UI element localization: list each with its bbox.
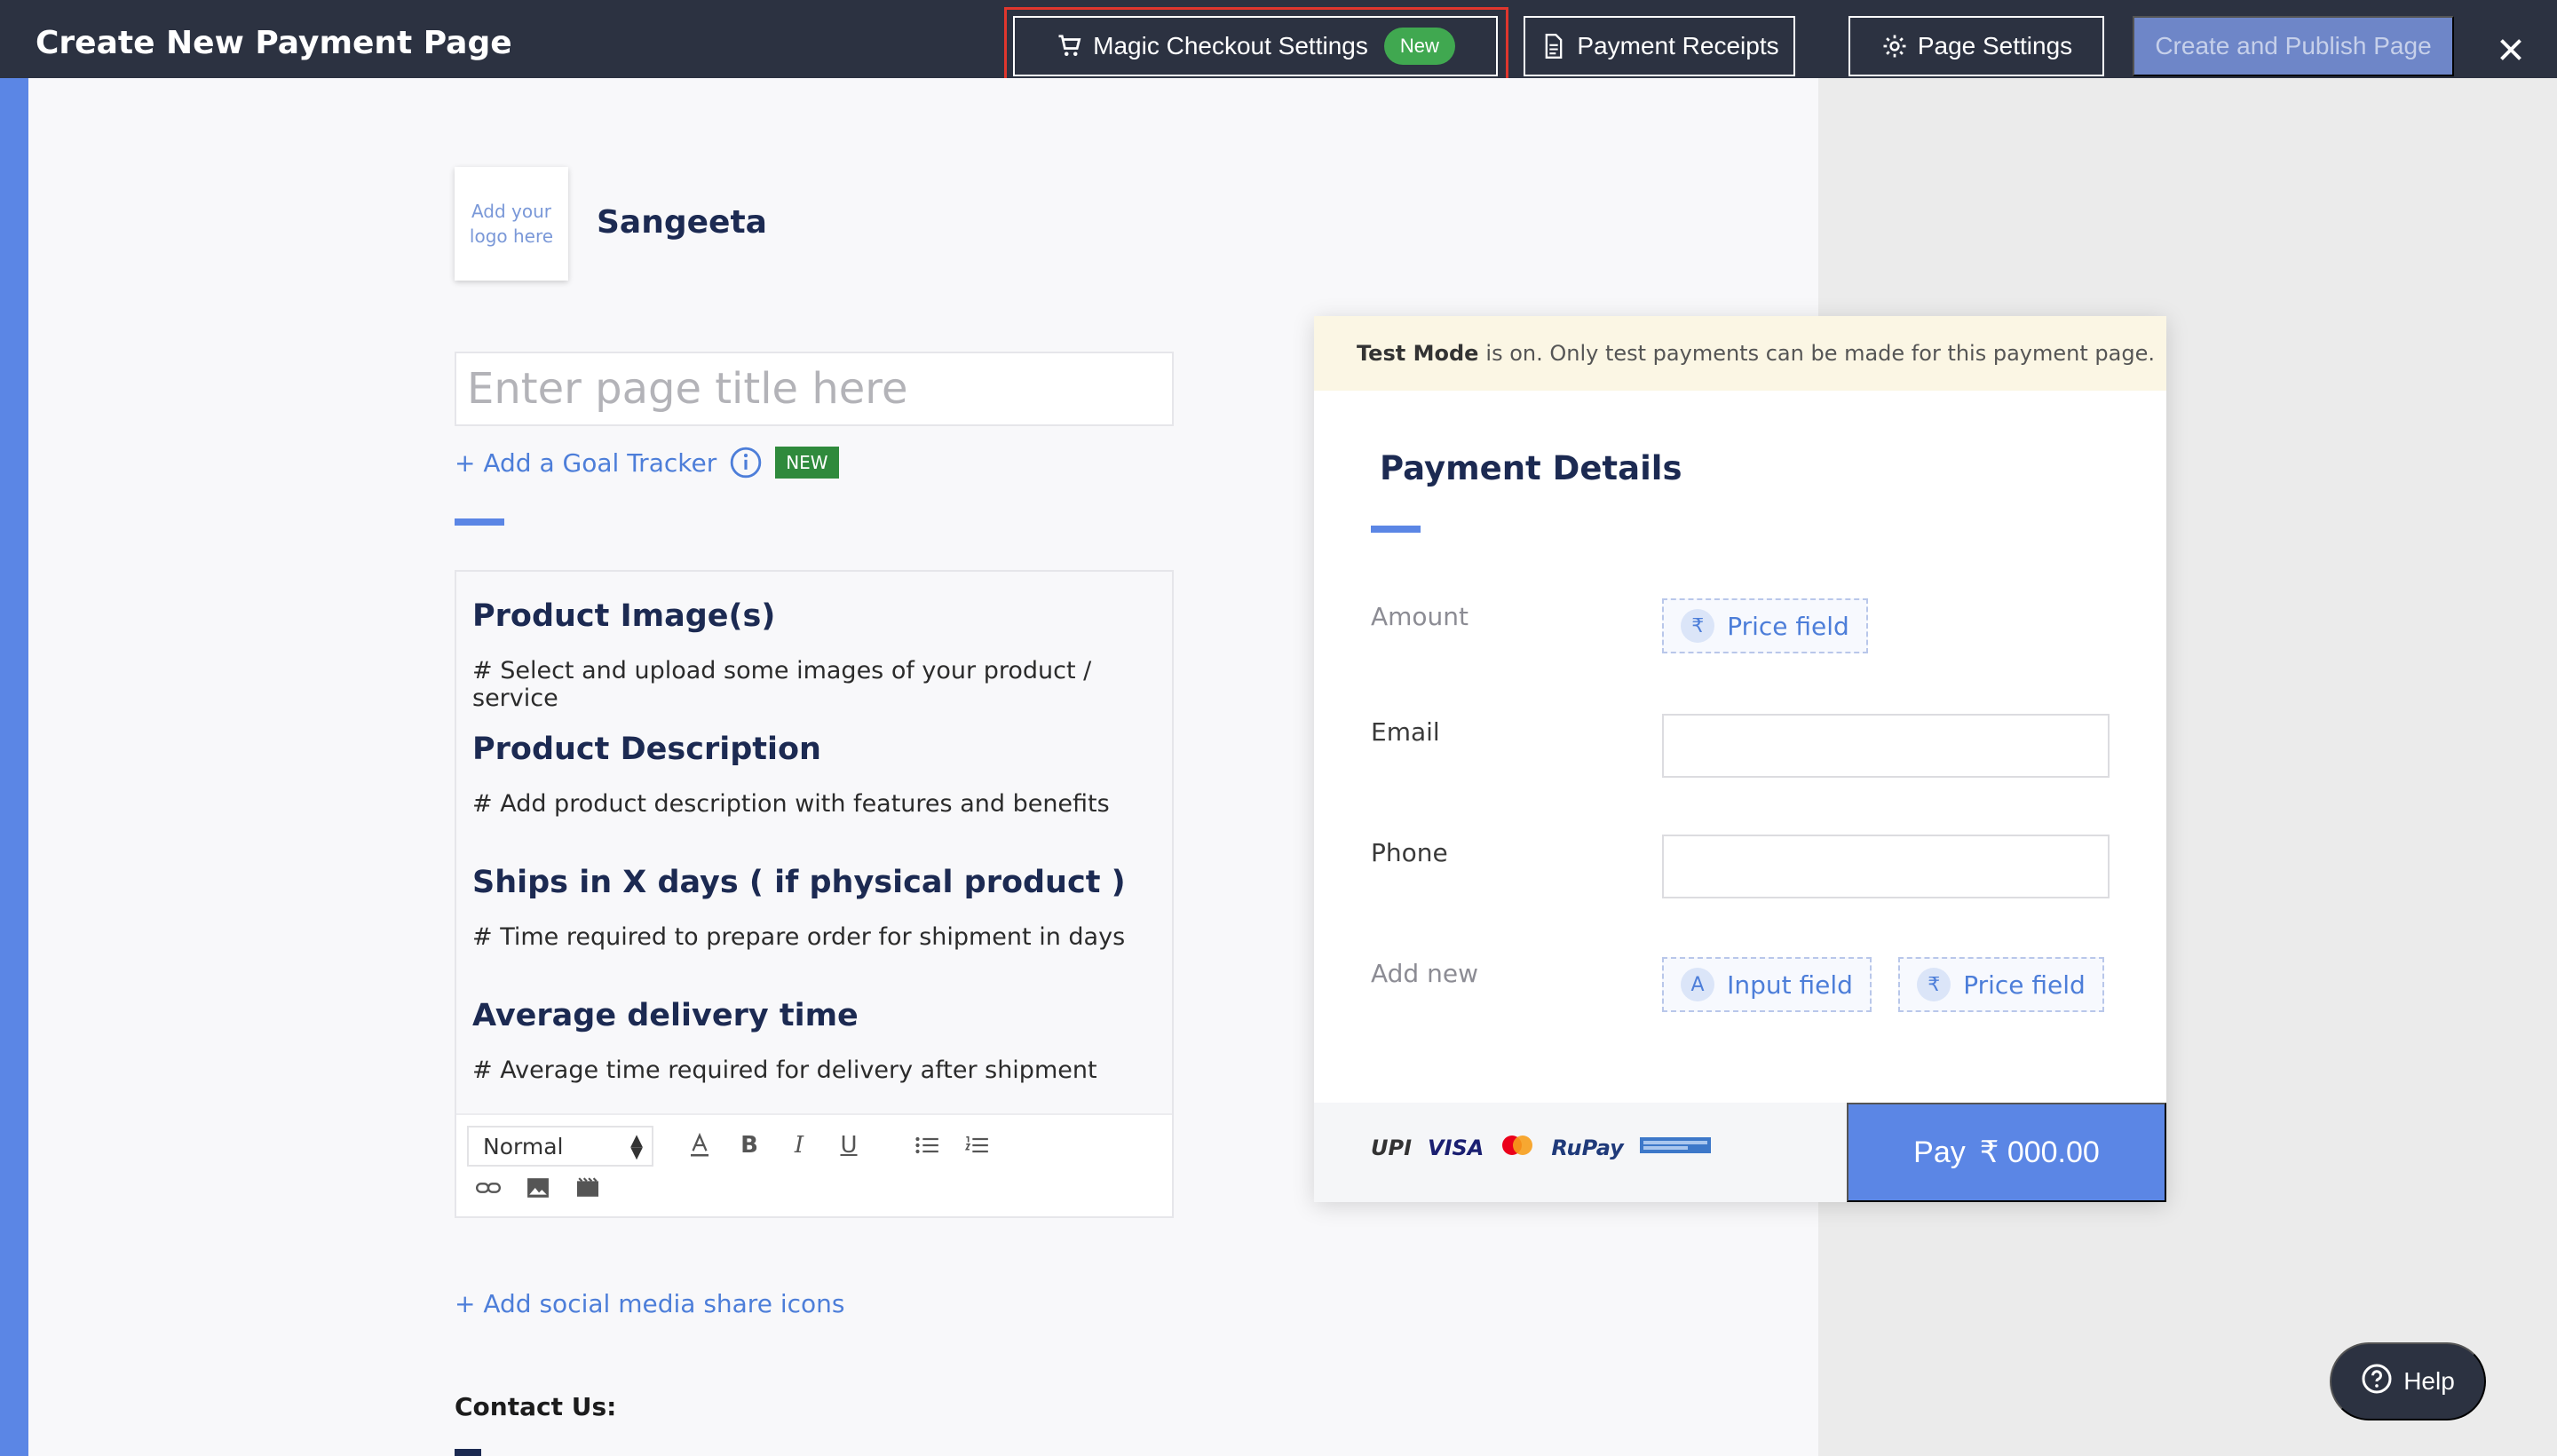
top-header: Create New Payment Page Magic Checkout S… — [0, 0, 2557, 92]
payment-details-title: Payment Details — [1380, 449, 1682, 487]
bold-icon[interactable]: B — [733, 1129, 765, 1161]
add-input-field-button[interactable]: A Input field — [1662, 957, 1872, 1012]
help-label: Help — [2403, 1367, 2455, 1395]
input-field-label: Input field — [1727, 969, 1853, 1000]
close-icon[interactable] — [2495, 34, 2527, 66]
select-arrows-icon: ▲ ▼ — [630, 1131, 643, 1162]
page-title-input[interactable] — [455, 352, 1174, 426]
video-icon[interactable] — [572, 1172, 604, 1204]
gear-icon — [1880, 32, 1909, 60]
merchant-name: Sangeeta — [597, 204, 767, 241]
rupay-logo: RuPay — [1551, 1136, 1624, 1160]
add-social-icons-link[interactable]: + Add social media share icons — [455, 1289, 844, 1318]
netbanking-logo — [1639, 1136, 1711, 1160]
payment-details-card: Test Mode is on. Only test payments can … — [1314, 316, 2166, 1202]
new-tag: NEW — [775, 447, 839, 479]
format-select[interactable]: Normal ▲ ▼ — [467, 1126, 653, 1167]
add-price-field-button[interactable]: ₹ Price field — [1898, 957, 2104, 1012]
section-title: Ships in X days ( if physical product ) — [472, 865, 1126, 900]
rupee-icon: ₹ — [1917, 968, 1951, 1001]
accent-divider — [455, 518, 504, 526]
section-desc: # Select and upload some images of your … — [472, 657, 1092, 712]
rupee-icon: ₹ — [1681, 609, 1715, 643]
help-button[interactable]: Help — [2330, 1342, 2486, 1420]
price-field-label: Price field — [1727, 611, 1849, 641]
add-new-label: Add new — [1371, 959, 1478, 988]
left-accent-strip — [0, 78, 28, 1456]
section-title: Average delivery time — [472, 998, 859, 1033]
contact-marker — [455, 1449, 481, 1456]
page-settings-label: Page Settings — [1917, 32, 2073, 59]
numbered-list-icon[interactable] — [961, 1129, 993, 1161]
payment-footer: UPI VISA RuPay Pay ₹ 000.00 — [1314, 1103, 2166, 1202]
upi-logo: UPI — [1371, 1136, 1413, 1160]
section-desc: # Add product description with features … — [472, 790, 1110, 818]
page-title: Create New Payment Page — [36, 25, 512, 61]
help-circle-icon — [2361, 1363, 2393, 1401]
test-mode-text: is on. Only test payments can be made fo… — [1485, 341, 2155, 366]
rich-text-editor[interactable]: Product Image(s) # Select and upload som… — [455, 570, 1174, 1218]
accent-divider — [1371, 526, 1421, 533]
phone-label: Phone — [1371, 838, 1448, 867]
create-publish-button[interactable]: Create and Publish Page — [2133, 16, 2454, 76]
add-goal-tracker-link[interactable]: + Add a Goal Tracker NEW — [455, 446, 839, 479]
payment-receipts-label: Payment Receipts — [1577, 32, 1779, 59]
logo-upload[interactable]: Add your logo here — [455, 167, 568, 281]
pay-button[interactable]: Pay ₹ 000.00 — [1847, 1103, 2166, 1202]
mastercard-logo — [1500, 1135, 1535, 1161]
underline-icon[interactable]: U — [833, 1129, 865, 1161]
italic-icon[interactable]: I — [783, 1129, 815, 1161]
amount-price-field-button[interactable]: ₹ Price field — [1662, 598, 1868, 653]
editor-toolbar: Normal ▲ ▼ B I U — [456, 1113, 1172, 1216]
info-icon[interactable] — [729, 446, 763, 479]
section-desc: # Time required to prepare order for shi… — [472, 923, 1126, 951]
price-field-label: Price field — [1963, 969, 2086, 1000]
email-field[interactable] — [1662, 714, 2110, 778]
phone-field[interactable] — [1662, 835, 2110, 898]
section-title: Product Image(s) — [472, 598, 776, 634]
format-select-value: Normal — [483, 1133, 564, 1159]
contact-us-heading: Contact Us: — [455, 1392, 617, 1421]
pay-amount: ₹ 000.00 — [1979, 1136, 2100, 1169]
link-icon[interactable] — [472, 1172, 504, 1204]
font-color-icon[interactable] — [684, 1129, 716, 1161]
visa-logo: VISA — [1428, 1136, 1484, 1160]
payment-methods: UPI VISA RuPay — [1371, 1135, 1711, 1161]
pay-label: Pay — [1913, 1135, 1966, 1169]
document-icon — [1540, 32, 1568, 60]
page-settings-button[interactable]: Page Settings — [1848, 16, 2104, 76]
image-icon[interactable] — [522, 1172, 554, 1204]
payment-receipts-button[interactable]: Payment Receipts — [1524, 16, 1795, 76]
amount-label: Amount — [1371, 602, 1469, 631]
email-label: Email — [1371, 717, 1440, 747]
section-title: Product Description — [472, 732, 821, 767]
bullet-list-icon[interactable] — [911, 1129, 943, 1161]
test-mode-banner: Test Mode is on. Only test payments can … — [1314, 316, 2166, 391]
test-mode-bold: Test Mode — [1357, 341, 1479, 366]
letter-a-icon: A — [1681, 968, 1715, 1001]
goal-tracker-label: + Add a Goal Tracker — [455, 447, 717, 478]
section-desc: # Average time required for delivery aft… — [472, 1056, 1097, 1084]
